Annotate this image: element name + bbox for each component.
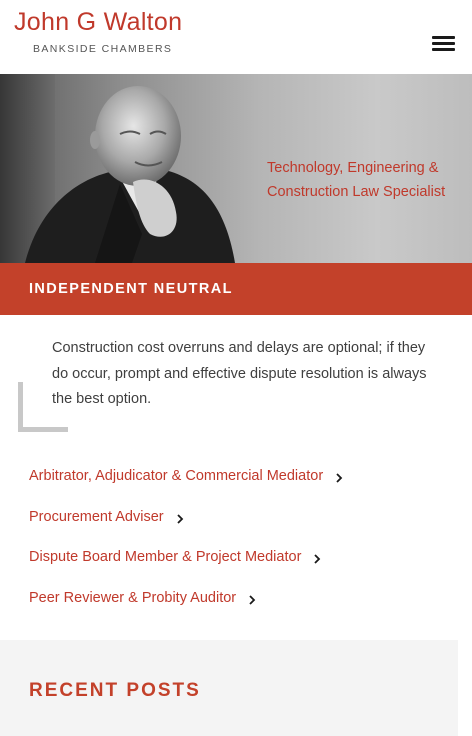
chevron-right-icon [176,514,183,524]
chevron-right-icon [336,473,343,483]
role-link-label: Procurement Adviser [29,508,164,525]
banner-title: INDEPENDENT NEUTRAL [29,281,233,297]
hamburger-menu-icon[interactable] [432,34,456,54]
role-link-label: Arbitrator, Adjudicator & Commercial Med… [29,468,324,485]
hero-tagline-line1: Technology, Engineering & [267,160,439,176]
role-link-label: Dispute Board Member & Project Mediator [29,549,302,566]
hero-tagline-line2: Construction Law Specialist [267,184,446,200]
chevron-right-icon [249,595,256,605]
recent-posts-title: RECENT POSTS [29,680,201,701]
recent-posts-section: RECENT POSTS [0,640,458,736]
chevron-right-icon [314,554,321,564]
role-link-peer-reviewer[interactable]: Peer Reviewer & Probity Auditor [29,578,459,619]
role-link-procurement[interactable]: Procurement Adviser [29,497,459,538]
section-banner: INDEPENDENT NEUTRAL [0,263,472,315]
hero-banner: Technology, Engineering & Construction L… [0,74,472,263]
hero-tagline: Technology, Engineering & Construction L… [267,156,467,204]
intro-quote: Construction cost overruns and delays ar… [52,340,427,407]
roles-list: Arbitrator, Adjudicator & Commercial Med… [29,456,459,618]
role-link-label: Peer Reviewer & Probity Auditor [29,589,237,606]
site-logo-chambers: BANKSIDE CHAMBERS [33,43,173,55]
role-link-arbitrator[interactable]: Arbitrator, Adjudicator & Commercial Med… [29,456,459,497]
site-header: John G Walton BANKSIDE CHAMBERS [0,0,472,74]
role-link-dispute-board[interactable]: Dispute Board Member & Project Mediator [29,537,459,578]
site-logo-name[interactable]: John G Walton [14,8,182,37]
